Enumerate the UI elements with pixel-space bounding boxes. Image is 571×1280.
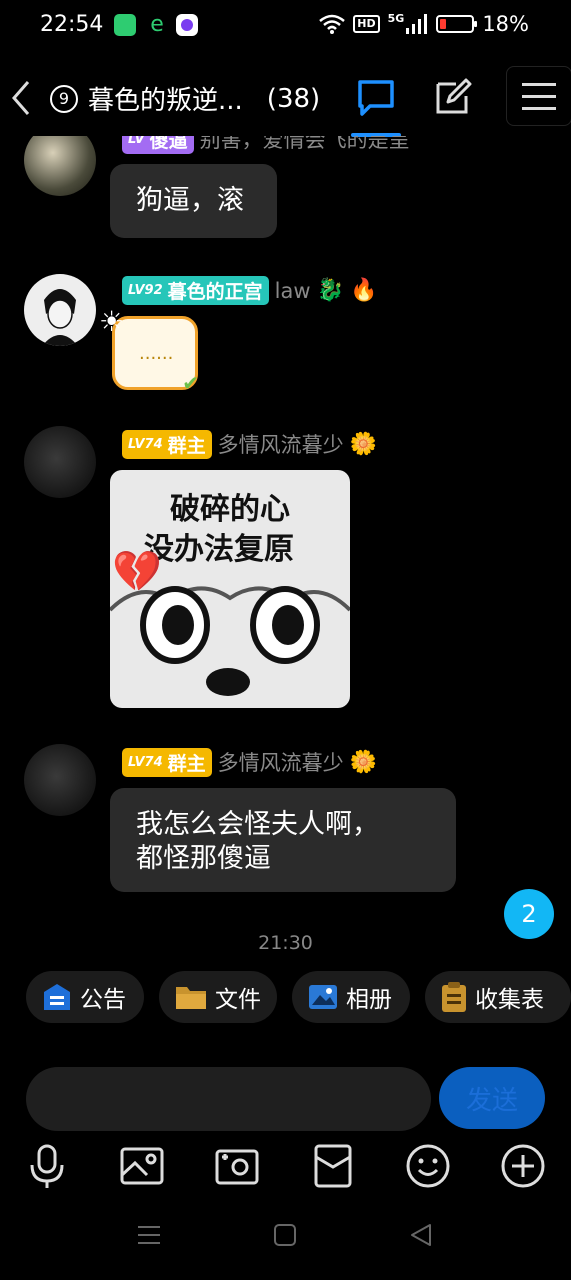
recent-apps-icon[interactable] bbox=[134, 1220, 164, 1250]
shortcut-label: 收集表 bbox=[475, 987, 544, 1013]
home-icon[interactable] bbox=[270, 1220, 300, 1250]
level-badge: LV74 群主 bbox=[122, 747, 212, 777]
anime-avatar-icon bbox=[42, 289, 78, 346]
sender-name: 多情风流暮少 bbox=[217, 433, 344, 457]
folder-icon bbox=[176, 987, 206, 1009]
shortcut-collection-form[interactable]: 收集表 bbox=[425, 971, 571, 1023]
message-input[interactable] bbox=[26, 1067, 431, 1131]
sticker-line2: 没办法复原 bbox=[144, 532, 294, 567]
shortcut-label: 文件 bbox=[215, 987, 261, 1013]
sender-extra: 别害，爱情会飞的是呈 bbox=[199, 136, 410, 152]
flower-emoji-icon: 🌼 bbox=[349, 431, 378, 457]
unread-circle: 9 bbox=[50, 84, 78, 113]
avatar[interactable] bbox=[24, 136, 96, 196]
avatar[interactable] bbox=[24, 426, 96, 498]
hd-badge: HD bbox=[353, 15, 380, 33]
sender-name: 多情风流暮少 bbox=[217, 751, 344, 775]
plus-icon[interactable] bbox=[500, 1143, 546, 1189]
level-badge: LV 傻逼 bbox=[122, 136, 194, 154]
avatar[interactable] bbox=[24, 744, 96, 816]
menu-icon bbox=[522, 83, 556, 110]
signal-icon bbox=[406, 14, 428, 34]
avatar[interactable] bbox=[24, 274, 96, 346]
dots-text: ...... bbox=[139, 343, 174, 364]
sender-name: law bbox=[274, 278, 311, 303]
sim-app-icon bbox=[114, 14, 136, 36]
battery-percent: 18% bbox=[482, 12, 529, 36]
edit-icon[interactable] bbox=[432, 78, 472, 118]
shortcut-label: 公告 bbox=[80, 987, 126, 1013]
shortcut-label: 相册 bbox=[346, 987, 392, 1013]
member-count: (38) bbox=[266, 83, 321, 114]
chat-header: 9 暮色的叛逆... (38) bbox=[0, 60, 571, 137]
browser-app-icon: e bbox=[150, 12, 164, 37]
menu-button[interactable] bbox=[506, 66, 571, 126]
sticker-bubble[interactable]: ...... ☀ ✔ bbox=[99, 305, 199, 395]
sticker-image[interactable]: 破碎的心 没办法复原 💔 bbox=[110, 470, 350, 708]
status-bar: 22:54 e HD 5G 18% bbox=[0, 0, 571, 52]
level-badge: LV92 暮色的正宫 bbox=[122, 276, 269, 305]
album-icon bbox=[309, 985, 337, 1009]
camera-icon[interactable] bbox=[214, 1143, 260, 1189]
flower-emoji-icon: 🌼 bbox=[349, 749, 378, 775]
sender-line: LV74 群主 多情风流暮少 🌼 bbox=[122, 747, 377, 777]
message-1: LV 傻逼 别害，爱情会飞的是呈 狗逼，滚 bbox=[0, 136, 571, 256]
message-line1: 我怎么会怪夫人啊， bbox=[136, 809, 379, 840]
shortcut-files[interactable]: 文件 bbox=[159, 971, 277, 1023]
wifi-icon bbox=[319, 14, 346, 34]
emoji-icon[interactable] bbox=[405, 1143, 451, 1189]
message-bubble[interactable]: 狗逼，滚 bbox=[110, 164, 277, 238]
status-time: 22:54 bbox=[40, 12, 104, 37]
sticker-line1: 破碎的心 bbox=[170, 492, 290, 527]
network-label: 5G bbox=[387, 11, 405, 25]
shortcut-announcement[interactable]: 公告 bbox=[26, 971, 144, 1023]
image-icon[interactable] bbox=[119, 1143, 165, 1189]
chat-bubble-icon[interactable] bbox=[356, 78, 396, 118]
sender-line: LV92 暮色的正宫 law 🐉 🔥 bbox=[122, 276, 377, 305]
microphone-icon[interactable] bbox=[24, 1143, 70, 1189]
back-chevron-icon[interactable] bbox=[8, 78, 32, 118]
clipboard-icon bbox=[442, 982, 466, 1012]
fire-emoji-icon: 🔥 bbox=[349, 278, 378, 303]
back-nav-icon[interactable] bbox=[406, 1220, 436, 1250]
send-button[interactable]: 发送 bbox=[439, 1067, 545, 1129]
level-badge: LV74 群主 bbox=[122, 429, 212, 459]
message-bubble[interactable]: 我怎么会怪夫人啊， 都怪那傻逼 bbox=[110, 788, 456, 892]
leaf-icon: ✔ bbox=[182, 371, 199, 395]
sender-line: LV74 群主 多情风流暮少 🌼 bbox=[122, 429, 377, 459]
dragon-emoji-icon: 🐉 bbox=[316, 278, 344, 303]
shortcut-album[interactable]: 相册 bbox=[292, 971, 410, 1023]
message-line2: 都怪那傻逼 bbox=[136, 843, 271, 874]
sender-line: LV 傻逼 别害，爱情会飞的是呈 bbox=[122, 136, 410, 154]
group-name: 暮色的叛逆... bbox=[88, 86, 243, 116]
messenger-app-icon bbox=[176, 14, 198, 36]
group-title[interactable]: 9 暮色的叛逆... (38) bbox=[50, 80, 320, 117]
sheep-face-icon bbox=[110, 586, 350, 696]
announcement-icon bbox=[44, 984, 70, 1010]
red-packet-icon[interactable] bbox=[310, 1143, 356, 1189]
battery-icon bbox=[436, 15, 478, 33]
sun-icon: ☀ bbox=[99, 305, 125, 338]
message-timestamp: 21:30 bbox=[258, 932, 313, 954]
